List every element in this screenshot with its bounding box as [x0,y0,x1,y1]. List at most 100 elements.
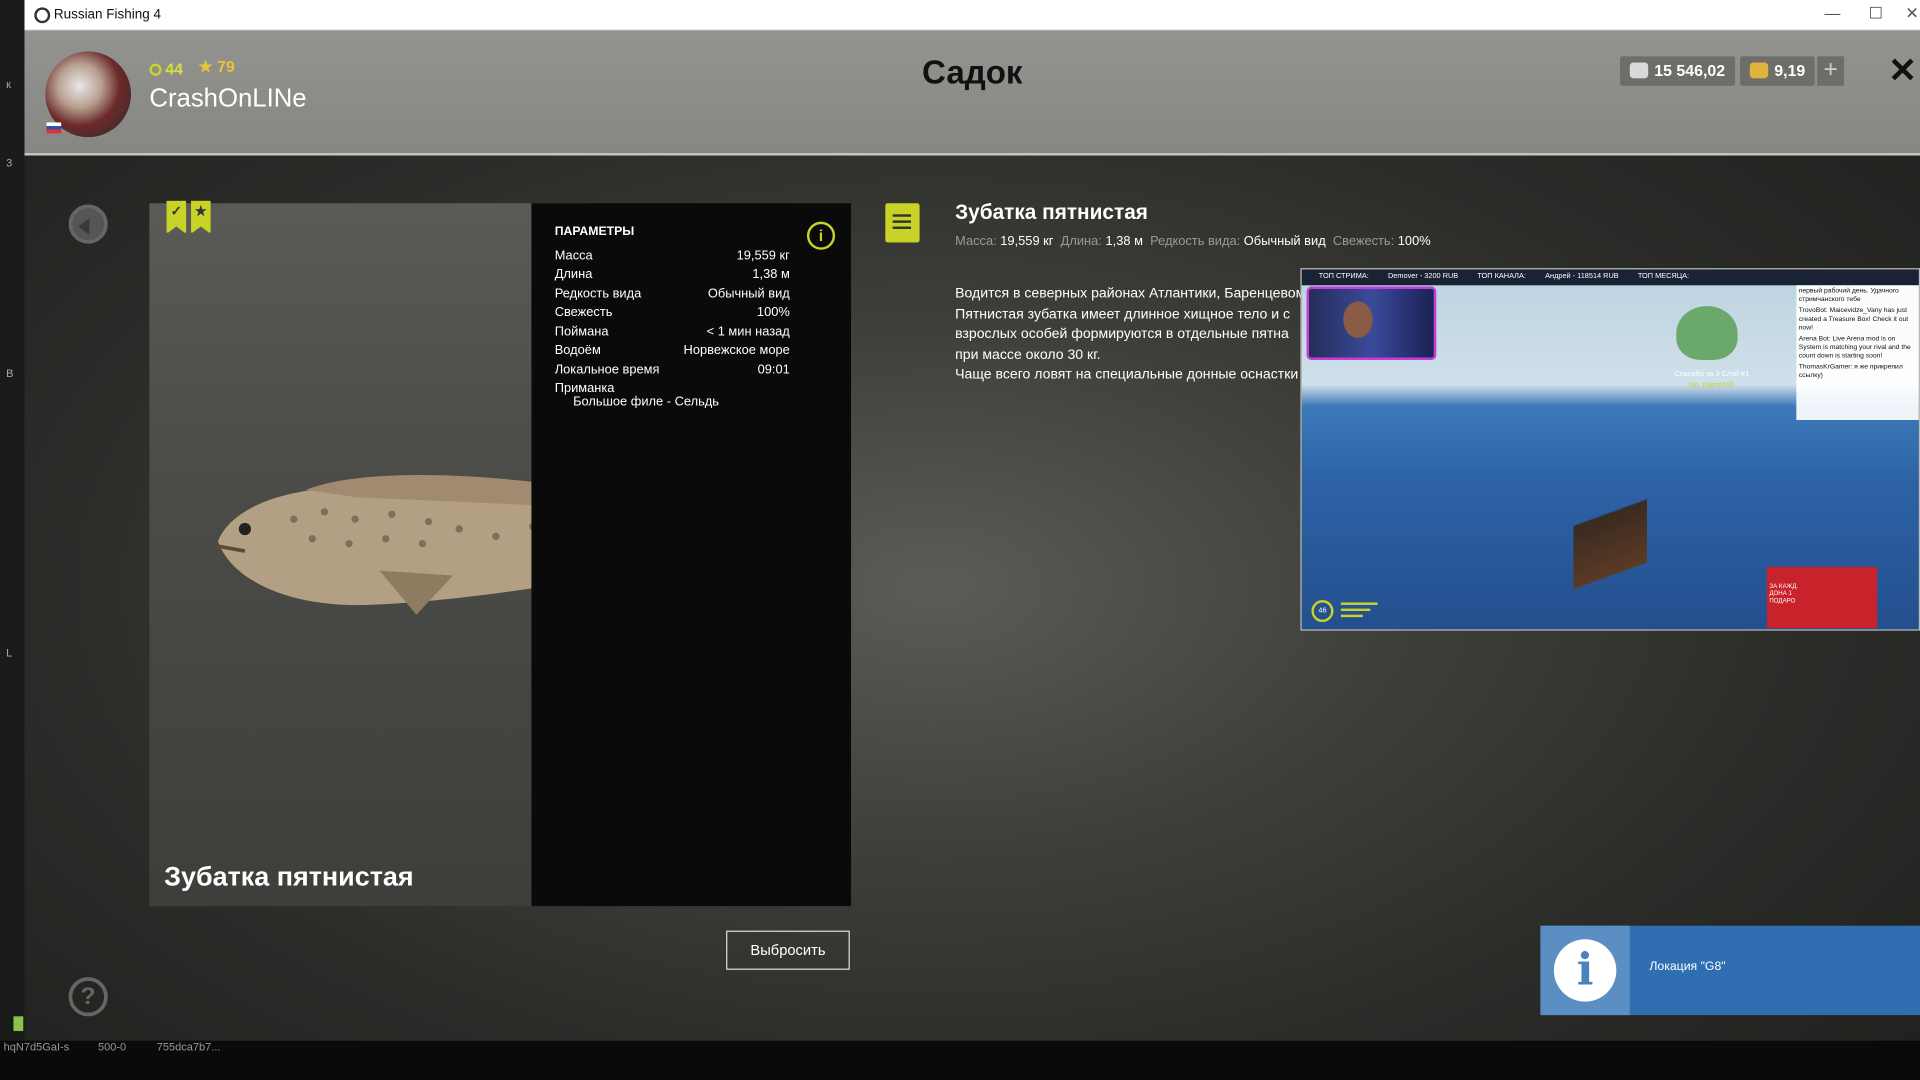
param-row: Масса 19,559 кг [555,249,790,264]
location-notification[interactable]: i Локация "G8" [1540,925,1920,1016]
bait-value: Большое филе - Сельдь [573,394,720,409]
header-bar: 44 ★ 79 CrashOnLINe Садок 15 546,02 9,19… [24,30,1920,156]
window-title: Russian Fishing 4 [53,7,161,23]
donor-name: No_Name555 [1689,382,1735,390]
back-button[interactable] [68,204,108,244]
param-label: Масса [554,248,593,264]
param-label: Поймана [554,324,609,340]
description-line: Чаще всего ловят на специальные донные о… [955,367,1299,383]
help-button[interactable]: ? [68,977,108,1017]
fishing-rod-image [1573,440,1647,625]
param-label: Водоём [554,342,601,358]
description-line: Пятнистая зубатка имеет длинное хищное т… [955,306,1291,322]
stream-top-value: Андрей - 118514 RUB [1545,273,1619,281]
debug-item: 500-0 [97,1040,127,1054]
close-button[interactable]: ✕ [1888,50,1917,90]
param-value: 19,559 кг [736,248,790,264]
desktop-edge-label: L [6,646,13,659]
chat-message: Arena Bot: Live Arena mod is on System i… [1798,335,1911,361]
question-icon: ? [80,983,96,1011]
param-value: 09:01 [757,362,790,378]
fish-photo: ✓ ★ Зубатка пятнистая [149,200,721,907]
param-label: Свежесть [554,304,613,320]
debug-item: hqN7d5GaI-s [3,1040,70,1054]
caught-bookmark-icon[interactable]: ✓ [166,200,187,234]
param-row: Редкость вида Обычный вид [555,287,790,302]
fish-name: Зубатка пятнистая [164,860,414,892]
plus-icon: + [1823,56,1838,84]
parameters-title: ПАРАМЕТРЫ [554,225,635,239]
stream-top-bar: ТОП СТРИМА: Demover - 3200 RUB ТОП КАНАЛ… [1301,269,1919,286]
desktop-edge-strip: к 3 В L [0,0,25,1041]
meta-value: 1,38 м [1105,233,1143,249]
chat-message: ThomasKrGamer: я же прикрепил ссылку) [1798,363,1903,380]
status-marker [13,1016,24,1032]
stream-top-label: ТОП МЕСЯЦА: [1637,273,1690,281]
notification-icon-box: i [1540,925,1630,1016]
info-icon[interactable]: i [806,221,836,250]
description-text: Водится в северных районах Атлантики, Ба… [955,284,1322,385]
description-line: при массе около 30 кг. [955,347,1101,362]
add-currency-button[interactable]: + [1817,56,1845,86]
gold-balance[interactable]: 9,19 [1740,56,1816,86]
hud-bars [1307,598,1393,627]
meta-value: 100% [1397,233,1431,249]
meta-value: 19,559 кг [1000,233,1054,249]
description-line: Водится в северных районах Атлантики, Ба… [955,286,1306,302]
country-flag-icon [46,122,62,134]
donation-text: Спасибо за 3 Слэй #1 No_Name555 [1657,370,1767,392]
meta-label: Свежесть: [1332,233,1395,249]
param-label: Длина [554,266,593,282]
silver-balance[interactable]: 15 546,02 [1620,56,1735,86]
param-row: Поймана < 1 мин назад [555,324,790,339]
meta-label: Редкость вида: [1150,233,1241,249]
info-icon: i [1553,939,1617,1002]
param-row: Свежесть 100% [555,305,790,320]
chat-message: TrovoBot: Maicevidze_Vany has just creat… [1798,307,1909,332]
discard-button[interactable]: Выбросить [726,930,850,970]
param-label: Локальное время [554,362,660,378]
param-value: < 1 мин назад [706,324,790,340]
document-icon [885,203,920,243]
param-row: Длина 1,38 м [555,267,790,282]
description-meta: Масса: 19,559 кг Длина: 1,38 м Редкость … [955,234,1431,249]
favorite-bookmark-icon[interactable]: ★ [191,200,211,234]
silver-value: 15 546,02 [1654,61,1726,80]
chat-message: первый рабочий день. Удачного стримчанск… [1798,287,1899,304]
app-icon [34,7,51,24]
desktop-edge-label: В [6,367,14,380]
stream-top-label: ТОП СТРИМА: [1318,273,1369,281]
game-screen: 44 ★ 79 CrashOnLINe Садок 15 546,02 9,19… [24,30,1920,1041]
stream-chat: первый рабочий день. Удачного стримчанск… [1796,285,1919,421]
param-label: Редкость вида [554,286,642,302]
minimize-icon[interactable]: — [1825,4,1841,22]
mascot-image [1676,306,1738,361]
stream-overlay: ТОП СТРИМА: Demover - 3200 RUB ТОП КАНАЛ… [1300,268,1920,631]
window-titlebar: Russian Fishing 4 — ☐ ✕ [24,0,1920,31]
meta-label: Длина: [1060,233,1102,249]
meta-value: Обычный вид [1243,233,1326,249]
maximize-icon[interactable]: ☐ [1869,4,1883,24]
gold-value: 9,19 [1774,61,1806,80]
param-value: 100% [756,304,790,320]
param-row: Водоём Норвежское море [555,343,790,358]
close-icon: ✕ [1888,51,1917,90]
fish-parameters-panel: ПАРАМЕТРЫ i Масса 19,559 кг Длина 1,38 м Р… [531,203,852,907]
donation-message: Спасибо за 3 Слэй #1 [1674,371,1750,379]
gold-coins-icon [1749,62,1769,79]
notification-text: Локация "G8" [1649,960,1726,974]
param-row: Локальное время 09:01 [555,362,790,377]
stream-top-label: ТОП КАНАЛА: [1477,273,1526,281]
desktop-edge-label: к [6,78,11,91]
promo-text: ЗА КАЖД. ДОНА 1 ПОДАРО [1769,582,1799,605]
webcam-view [1306,286,1437,361]
window-close-icon[interactable]: ✕ [1905,4,1918,24]
debug-strip: hqN7d5GaI-s 500-0 755dca7b7... [0,1040,1920,1080]
param-value: Обычный вид [707,286,790,302]
param-value: Норвежское море [683,342,790,358]
desktop-edge-label: 3 [6,156,13,169]
description-title: Зубатка пятнистая [955,200,1148,225]
description-line: взрослых особей формируются в отдельные … [955,326,1289,342]
meta-label: Масса: [955,233,997,249]
debug-item: 755dca7b7... [156,1040,221,1054]
